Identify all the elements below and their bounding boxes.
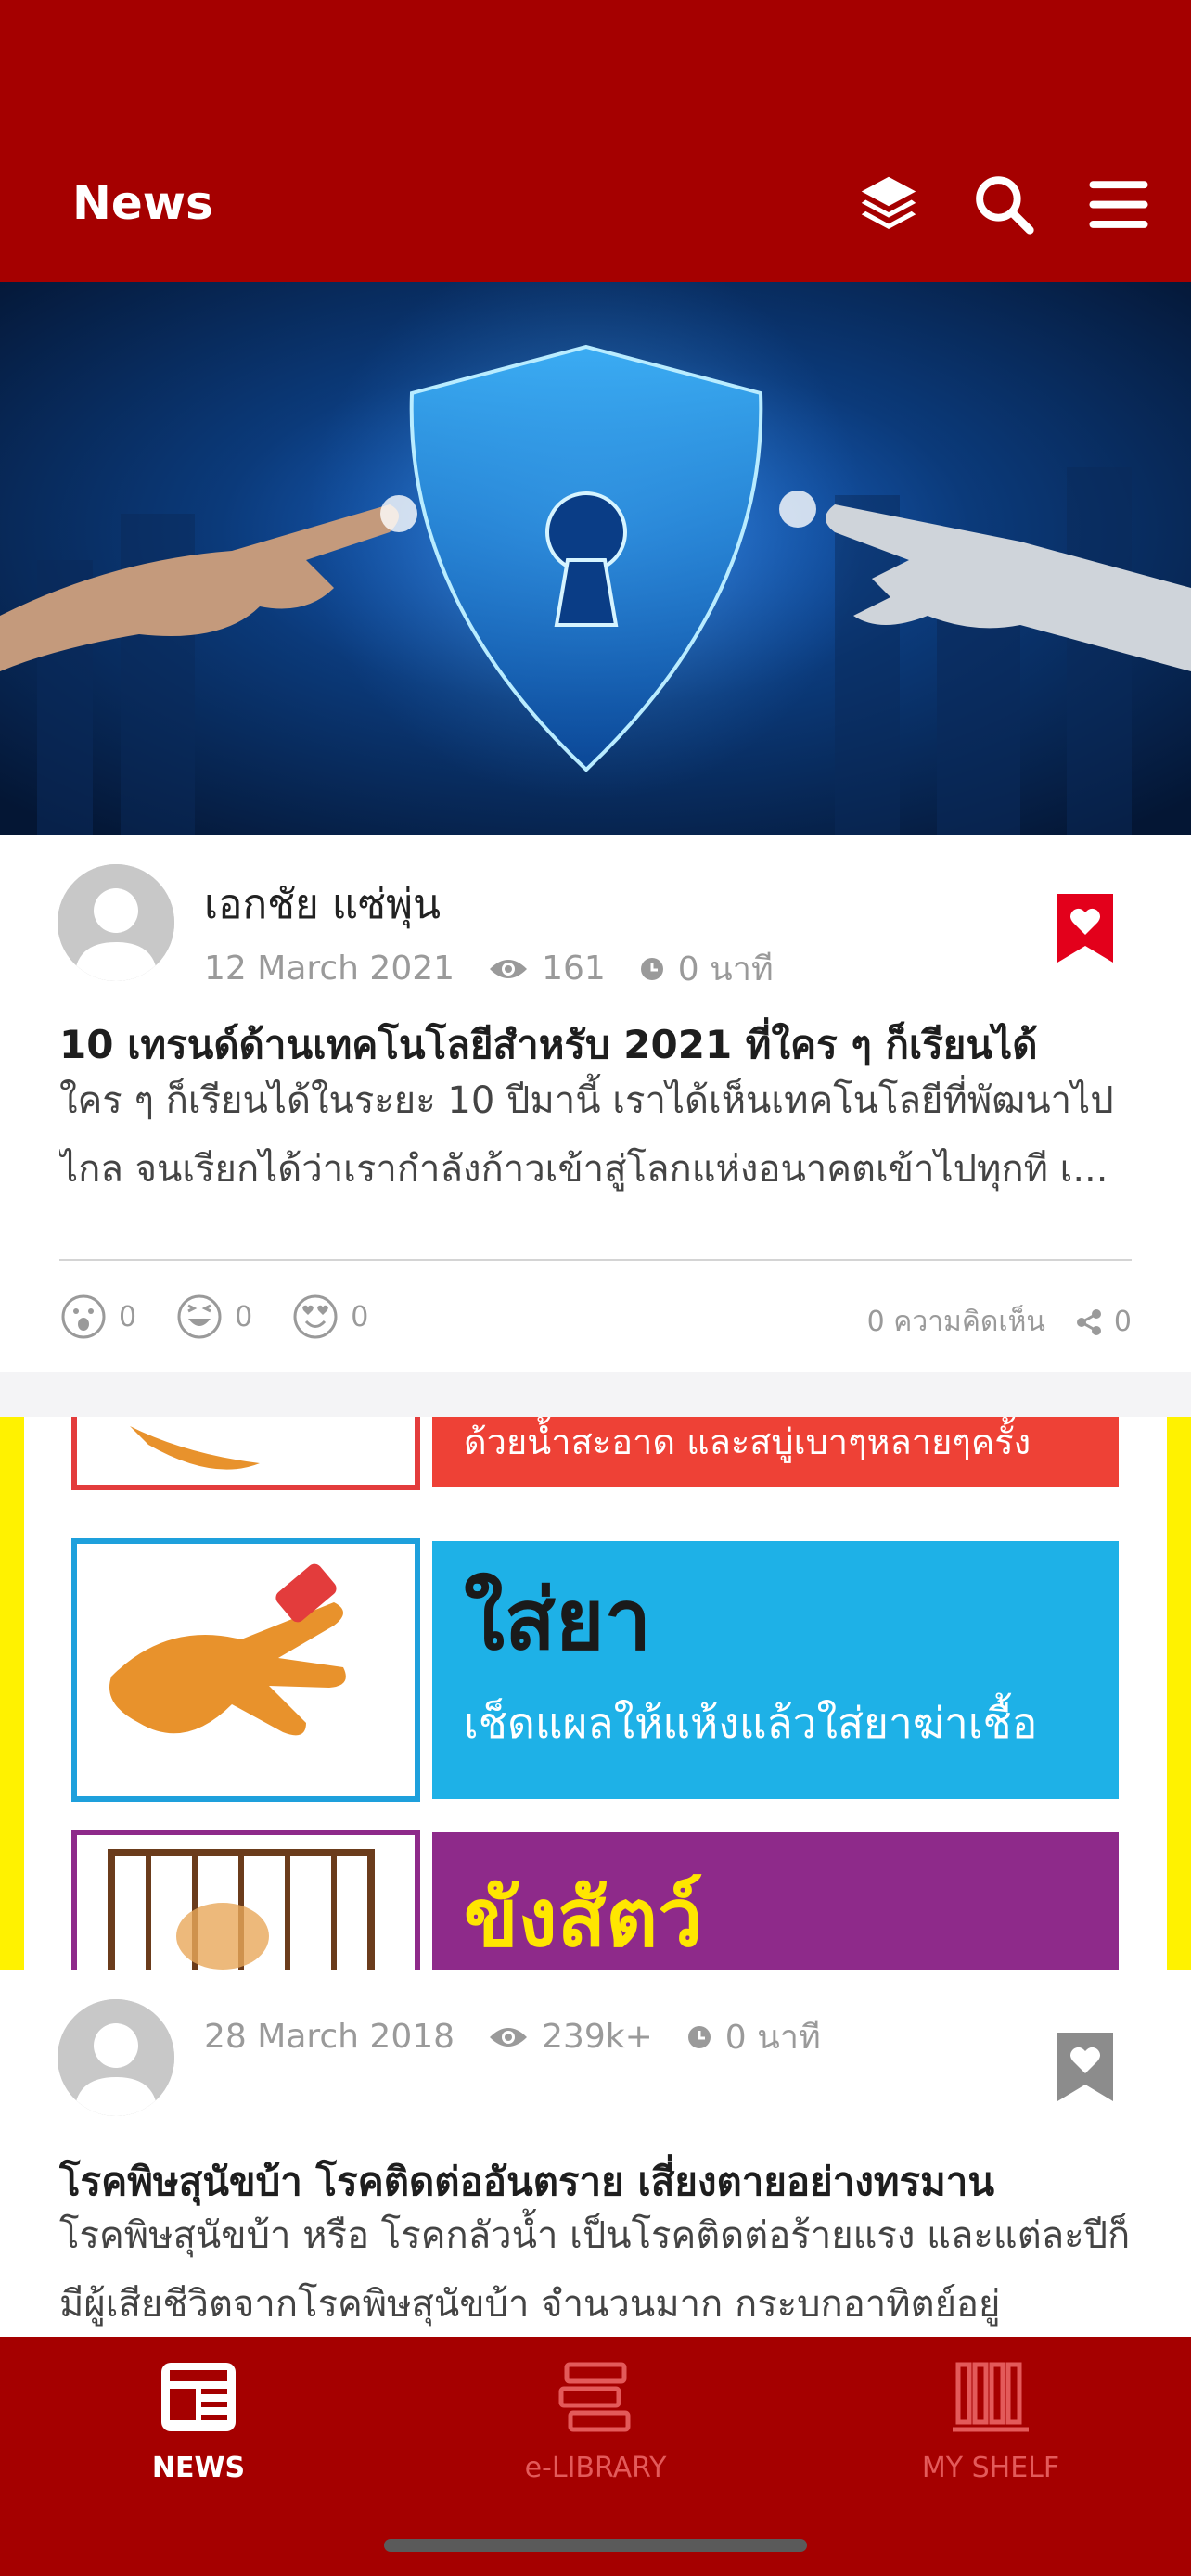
share-count: 0: [1113, 1306, 1132, 1338]
tab-label: NEWS: [151, 2452, 246, 2484]
wow-face-icon: [61, 1294, 106, 1339]
avatar[interactable]: [58, 864, 174, 981]
newspaper-icon: [161, 2363, 236, 2431]
article-date: 12 March 2021: [204, 950, 455, 988]
reaction-count: 0: [351, 1300, 369, 1333]
reaction-wow-button[interactable]: 0: [59, 1293, 136, 1341]
menu-icon[interactable]: [1082, 167, 1156, 241]
news-feed[interactable]: เอกชัย แซ่พุ่น 12 March 2021 161 0 นาที …: [0, 282, 1191, 2337]
bookmark-heart-icon: [1057, 2033, 1113, 2101]
books-stack-icon: [558, 2362, 631, 2432]
article-stats: 0 ความคิดเห็น 0: [867, 1300, 1132, 1344]
view-count: 161: [542, 950, 606, 988]
infographic-step-desc: เช็ดแผลให้แห้งแล้วใส่ยาฆ่าเชื้อ: [464, 1692, 1037, 1748]
search-icon[interactable]: [967, 167, 1041, 241]
read-time: 0 นาที: [677, 950, 774, 988]
laugh-face-icon: [177, 1294, 222, 1339]
clock-icon: [686, 2024, 712, 2050]
reaction-bar: 0 0 0: [59, 1293, 407, 1341]
tab-my-shelf[interactable]: MY SHELF: [852, 2355, 1130, 2484]
tab-news[interactable]: NEWS: [59, 2355, 338, 2484]
reaction-count: 0: [235, 1300, 253, 1333]
bookmark-button[interactable]: [1057, 2033, 1113, 2101]
news-card[interactable]: เอกชัย แซ่พุ่น 12 March 2021 161 0 นาที …: [0, 282, 1191, 1372]
infographic-next-title: ขังสัตว์: [464, 1872, 702, 1965]
tab-e-library[interactable]: e-LIBRARY: [456, 2355, 735, 2484]
article-date: 28 March 2018: [204, 2018, 455, 2056]
tab-label: e-LIBRARY: [524, 2452, 667, 2484]
eye-icon: [488, 956, 529, 982]
tab-label: MY SHELF: [921, 2452, 1060, 2484]
avatar[interactable]: [58, 1999, 174, 2116]
clock-icon: [639, 956, 665, 982]
reaction-count: 0: [119, 1300, 137, 1333]
divider: [59, 1259, 1132, 1261]
author-name[interactable]: เอกชัย แซ่พุ่น: [204, 872, 441, 937]
article-meta: 12 March 2021 161 0 นาที: [204, 942, 774, 995]
share-icon[interactable]: [1075, 1308, 1103, 1336]
page-title: News: [72, 176, 213, 230]
bookshelf-icon: [953, 2362, 1029, 2432]
eye-icon: [488, 2024, 529, 2050]
infographic-top-text: ด้วยน้ำสะอาด และสบู่เบาๆหลายๆครั้ง: [464, 1417, 1031, 1463]
infographic-step-title: ใส่ยา: [464, 1572, 651, 1669]
article-hero-image[interactable]: [0, 282, 1191, 835]
read-time: 0 นาที: [724, 2019, 821, 2057]
bookmark-button[interactable]: [1057, 894, 1113, 963]
bookmark-heart-icon: [1057, 894, 1113, 963]
heart-eyes-face-icon: [293, 1294, 338, 1339]
reaction-love-button[interactable]: 0: [291, 1293, 368, 1341]
article-excerpt[interactable]: ใคร ๆ ก็เรียนได้ในระยะ 10 ปีมานี้ เราได้…: [59, 1066, 1135, 1204]
layers-icon[interactable]: [852, 167, 926, 241]
app-header: News: [0, 0, 1191, 282]
news-card[interactable]: ด้วยน้ำสะอาด และสบู่เบาๆหลายๆครั้ง ใส่ยา…: [0, 1417, 1191, 2337]
article-meta: 28 March 2018 239k+ 0 นาที: [204, 2010, 821, 2063]
reaction-laugh-button[interactable]: 0: [175, 1293, 252, 1341]
article-hero-image[interactable]: ด้วยน้ำสะอาด และสบู่เบาๆหลายๆครั้ง ใส่ยา…: [0, 1417, 1191, 1970]
home-indicator[interactable]: [384, 2539, 807, 2552]
view-count: 239k+: [542, 2018, 653, 2056]
article-excerpt[interactable]: โรคพิษสุนัขบ้า หรือ โรคกลัวน้ำ เป็นโรคติ…: [59, 2201, 1135, 2337]
comment-count[interactable]: 0 ความคิดเห็น: [867, 1300, 1045, 1344]
